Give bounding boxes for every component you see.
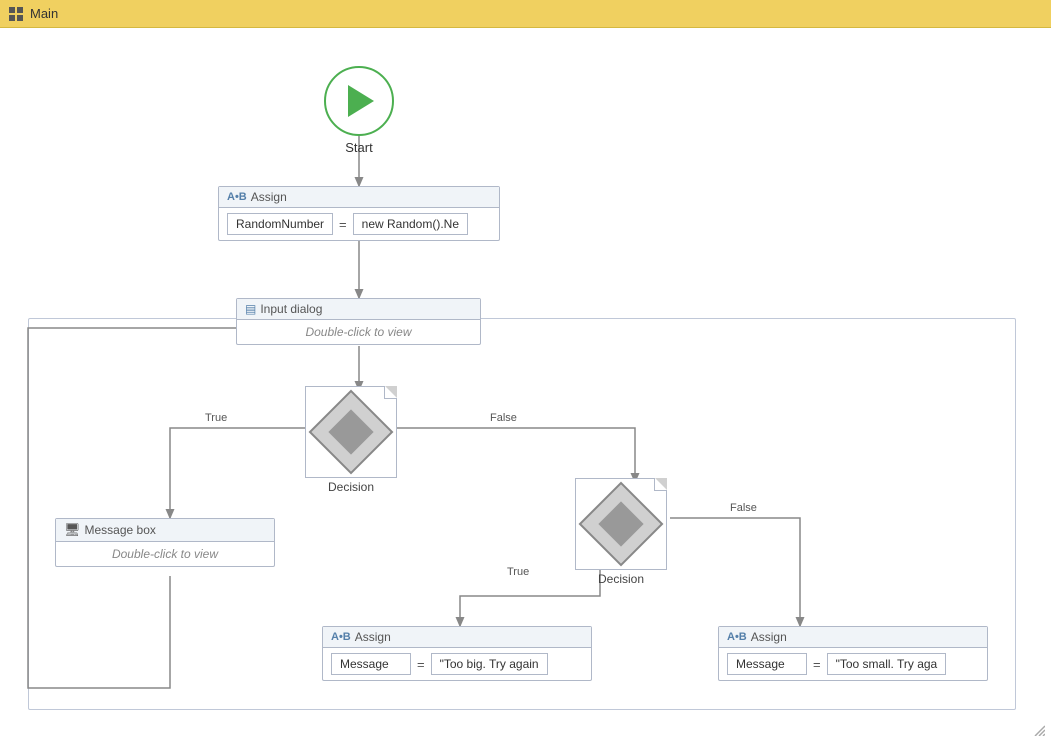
start-label: Start (345, 140, 372, 155)
assign1-equals: = (337, 217, 349, 232)
assign2-node[interactable]: A•B Assign Message = "Too big. Try again (322, 626, 592, 681)
ab-icon-2: A•B (331, 631, 351, 643)
start-node[interactable]: Start (324, 66, 394, 155)
title-text: Main (30, 6, 58, 21)
msgbox-icon: 🖥 (64, 522, 81, 538)
title-bar: Main (0, 0, 1051, 28)
dialog-header-label: Input dialog (260, 302, 322, 316)
svg-text:False: False (730, 502, 757, 514)
assign2-equals: = (415, 657, 427, 672)
assign2-value: "Too big. Try again (431, 653, 548, 675)
input-dialog-node[interactable]: ▤ Input dialog Double-click to view (236, 298, 481, 345)
dialog-body-text: Double-click to view (237, 320, 480, 344)
assign1-value: new Random().Ne (353, 213, 468, 235)
assign2-header-label: Assign (355, 630, 391, 644)
canvas: True False True False Start A•B Assign (0, 28, 1051, 745)
decision1-node[interactable]: Decision (305, 386, 397, 494)
msgbox-node[interactable]: 🖥 Message box Double-click to view (55, 518, 275, 567)
msgbox-body-text: Double-click to view (56, 542, 274, 566)
dialog-icon: ▤ (245, 302, 256, 316)
assign3-equals: = (811, 657, 823, 672)
assign1-node[interactable]: A•B Assign RandomNumber = new Random().N… (218, 186, 500, 241)
assign1-variable: RandomNumber (227, 213, 333, 235)
ab-icon-3: A•B (727, 631, 747, 643)
svg-text:False: False (490, 412, 517, 424)
assign3-node[interactable]: A•B Assign Message = "Too small. Try aga (718, 626, 988, 681)
msgbox-header-label: Message box (85, 523, 156, 537)
assign3-header-label: Assign (751, 630, 787, 644)
svg-text:True: True (205, 412, 227, 424)
assign3-value: "Too small. Try aga (827, 653, 947, 675)
decision2-node[interactable]: Decision (575, 478, 667, 586)
assign1-header-label: Assign (251, 190, 287, 204)
svg-text:True: True (507, 566, 529, 578)
assign3-variable: Message (727, 653, 807, 675)
resize-icon[interactable] (1031, 722, 1045, 739)
play-icon (348, 85, 374, 117)
decision2-label: Decision (598, 572, 644, 586)
grid-icon (8, 6, 24, 22)
decision1-label: Decision (328, 480, 374, 494)
assign2-variable: Message (331, 653, 411, 675)
ab-icon-1: A•B (227, 191, 247, 203)
